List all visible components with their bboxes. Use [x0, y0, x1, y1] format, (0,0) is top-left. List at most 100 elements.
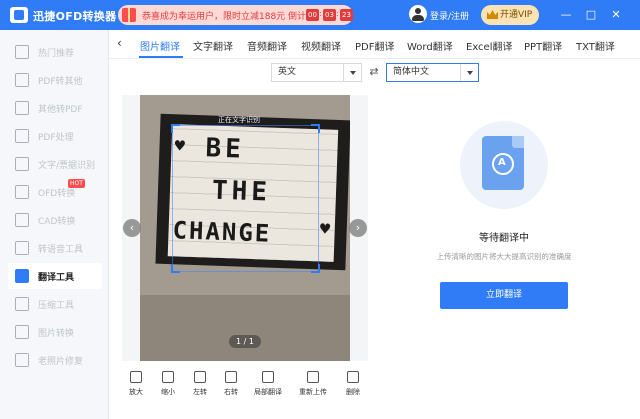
status-title: 等待翻译中	[479, 233, 529, 244]
sidebar-item-label: 其他转PDF	[38, 105, 83, 115]
sidebar-item-compress[interactable]: 压缩工具	[0, 291, 109, 317]
cad-icon	[15, 213, 29, 227]
crop-handle[interactable]	[171, 124, 180, 133]
login-link[interactable]: 登录/注册	[430, 9, 469, 22]
crown-icon	[487, 10, 498, 19]
pdf-export-icon	[15, 73, 29, 87]
sidebar-item-image[interactable]: 图片转换	[0, 319, 109, 345]
image-icon	[15, 325, 29, 339]
user-avatar-icon[interactable]	[409, 5, 427, 23]
target-language-select[interactable]: 简体中文	[386, 63, 479, 82]
sidebar-item-label: 翻译工具	[38, 273, 75, 283]
previous-image-button[interactable]: ‹	[123, 219, 141, 237]
reupload-button[interactable]: 重新上传	[298, 371, 328, 399]
crop-handle[interactable]	[171, 264, 180, 273]
crop-handle[interactable]	[311, 264, 320, 273]
tab-text-translate[interactable]: 文字翻译	[193, 38, 233, 53]
hot-badge: HOT	[68, 179, 85, 188]
translate-now-button[interactable]: 立即翻译	[440, 282, 568, 309]
tab-excel-translate[interactable]: Excel翻译	[466, 38, 513, 53]
timer-hours: 00	[306, 9, 319, 21]
promo-banner[interactable]: 恭喜成为幸运用户，限时立减188元 倒计时 00 : 03 : 23	[118, 5, 353, 25]
source-language-value: 英文	[278, 67, 297, 77]
translate-document-icon: A	[482, 136, 524, 190]
letter-a-icon: A	[498, 157, 506, 168]
tab-divider	[109, 58, 640, 59]
status-subtitle: 上传清晰的图片将大大提高识别的准确度	[436, 252, 572, 261]
sidebar-item-voice[interactable]: 转语音工具	[0, 235, 109, 261]
timer-seconds: 23	[340, 9, 353, 21]
vip-label: 开通VIP	[500, 10, 533, 20]
ofd-icon	[15, 185, 29, 199]
tab-image-translate[interactable]: 图片翻译	[140, 38, 180, 53]
crop-handle[interactable]	[311, 124, 320, 133]
sidebar-item-photo-repair[interactable]: 老照片修复	[0, 347, 109, 373]
tab-word-translate[interactable]: Word翻译	[407, 38, 453, 53]
sidebar-item-label: CAD转换	[38, 217, 76, 227]
sidebar-item-label: 转语音工具	[38, 245, 84, 255]
close-button[interactable]: ✕	[609, 8, 623, 22]
sidebar-item-pdf-process[interactable]: PDF处理	[0, 123, 109, 149]
sidebar-item-label: PDF转其他	[38, 77, 83, 87]
title-bar: 迅捷OFD转换器 恭喜成为幸运用户，限时立减188元 倒计时 00 : 03 :…	[0, 0, 640, 30]
sidebar-item-hot[interactable]: 热门推荐	[0, 39, 109, 65]
sidebar-item-pdf-import[interactable]: 其他转PDF	[0, 95, 109, 121]
rotate-right-button[interactable]: 右转	[216, 371, 246, 399]
tab-audio-translate[interactable]: 音频翻译	[247, 38, 287, 53]
sidebar-item-label: 文字/票据识别	[38, 161, 96, 171]
sidebar-item-ocr[interactable]: 文字/票据识别	[0, 151, 109, 177]
sidebar-item-cad[interactable]: CAD转换	[0, 207, 109, 233]
timer-separator: :	[319, 9, 322, 18]
pdf-import-icon	[15, 101, 29, 115]
sidebar-item-label: 老照片修复	[38, 357, 84, 367]
source-language-select[interactable]: 英文	[271, 63, 362, 82]
tab-video-translate[interactable]: 视频翻译	[301, 38, 341, 53]
tool-label: 右转	[224, 388, 238, 396]
page-indicator: 1 / 1	[229, 335, 261, 348]
heart-icon: ♥	[318, 221, 332, 238]
promo-text: 恭喜成为幸运用户，限时立减188元 倒计时	[142, 12, 316, 22]
app-logo-icon	[10, 7, 28, 23]
compress-icon	[15, 297, 29, 311]
rotate-left-icon	[194, 371, 206, 383]
delete-icon	[347, 371, 359, 383]
photo-repair-icon	[15, 353, 29, 367]
minimize-button[interactable]: —	[559, 8, 573, 22]
delete-button[interactable]: 删除	[338, 371, 368, 399]
partial-translate-button[interactable]: 局部翻译	[253, 371, 283, 399]
next-image-button[interactable]: ›	[349, 219, 367, 237]
voice-icon	[15, 241, 29, 255]
sidebar-item-label: 图片转换	[38, 329, 75, 339]
timer-minutes: 03	[323, 9, 336, 21]
gift-icon	[122, 8, 136, 22]
sidebar-item-label: PDF处理	[38, 133, 74, 143]
target-language-value: 简体中文	[393, 67, 430, 77]
ocr-icon	[15, 157, 29, 171]
tab-ppt-translate[interactable]: PPT翻译	[524, 38, 562, 53]
rotate-right-icon	[225, 371, 237, 383]
tab-pdf-translate[interactable]: PDF翻译	[355, 38, 394, 53]
timer-separator: :	[336, 9, 339, 18]
back-chevron-icon[interactable]: ‹	[117, 36, 127, 50]
reupload-icon	[307, 371, 319, 383]
zoom-in-icon	[130, 371, 142, 383]
photo-background	[140, 295, 350, 361]
translate-icon	[15, 269, 29, 283]
pdf-process-icon	[15, 129, 29, 143]
tab-txt-translate[interactable]: TXT翻译	[576, 38, 615, 53]
tool-label: 局部翻译	[254, 388, 282, 396]
vip-button[interactable]: 开通VIP	[481, 5, 539, 25]
sidebar-item-pdf-export[interactable]: PDF转其他	[0, 67, 109, 93]
sidebar-item-label: 压缩工具	[38, 301, 75, 311]
crop-selection[interactable]	[171, 124, 320, 273]
zoom-out-icon	[162, 371, 174, 383]
tool-label: 删除	[346, 388, 360, 396]
sidebar-item-ofd[interactable]: OFD转换 HOT	[0, 179, 109, 205]
swap-languages-icon[interactable]: ⇄	[368, 65, 380, 79]
tool-label: 重新上传	[299, 388, 327, 396]
ocr-overlay-label: 正在文字识别	[218, 116, 260, 124]
maximize-button[interactable]: □	[584, 8, 598, 22]
app-title: 迅捷OFD转换器	[33, 10, 117, 23]
sidebar-item-translate[interactable]: 翻译工具	[8, 263, 102, 289]
thumb-icon	[15, 45, 29, 59]
